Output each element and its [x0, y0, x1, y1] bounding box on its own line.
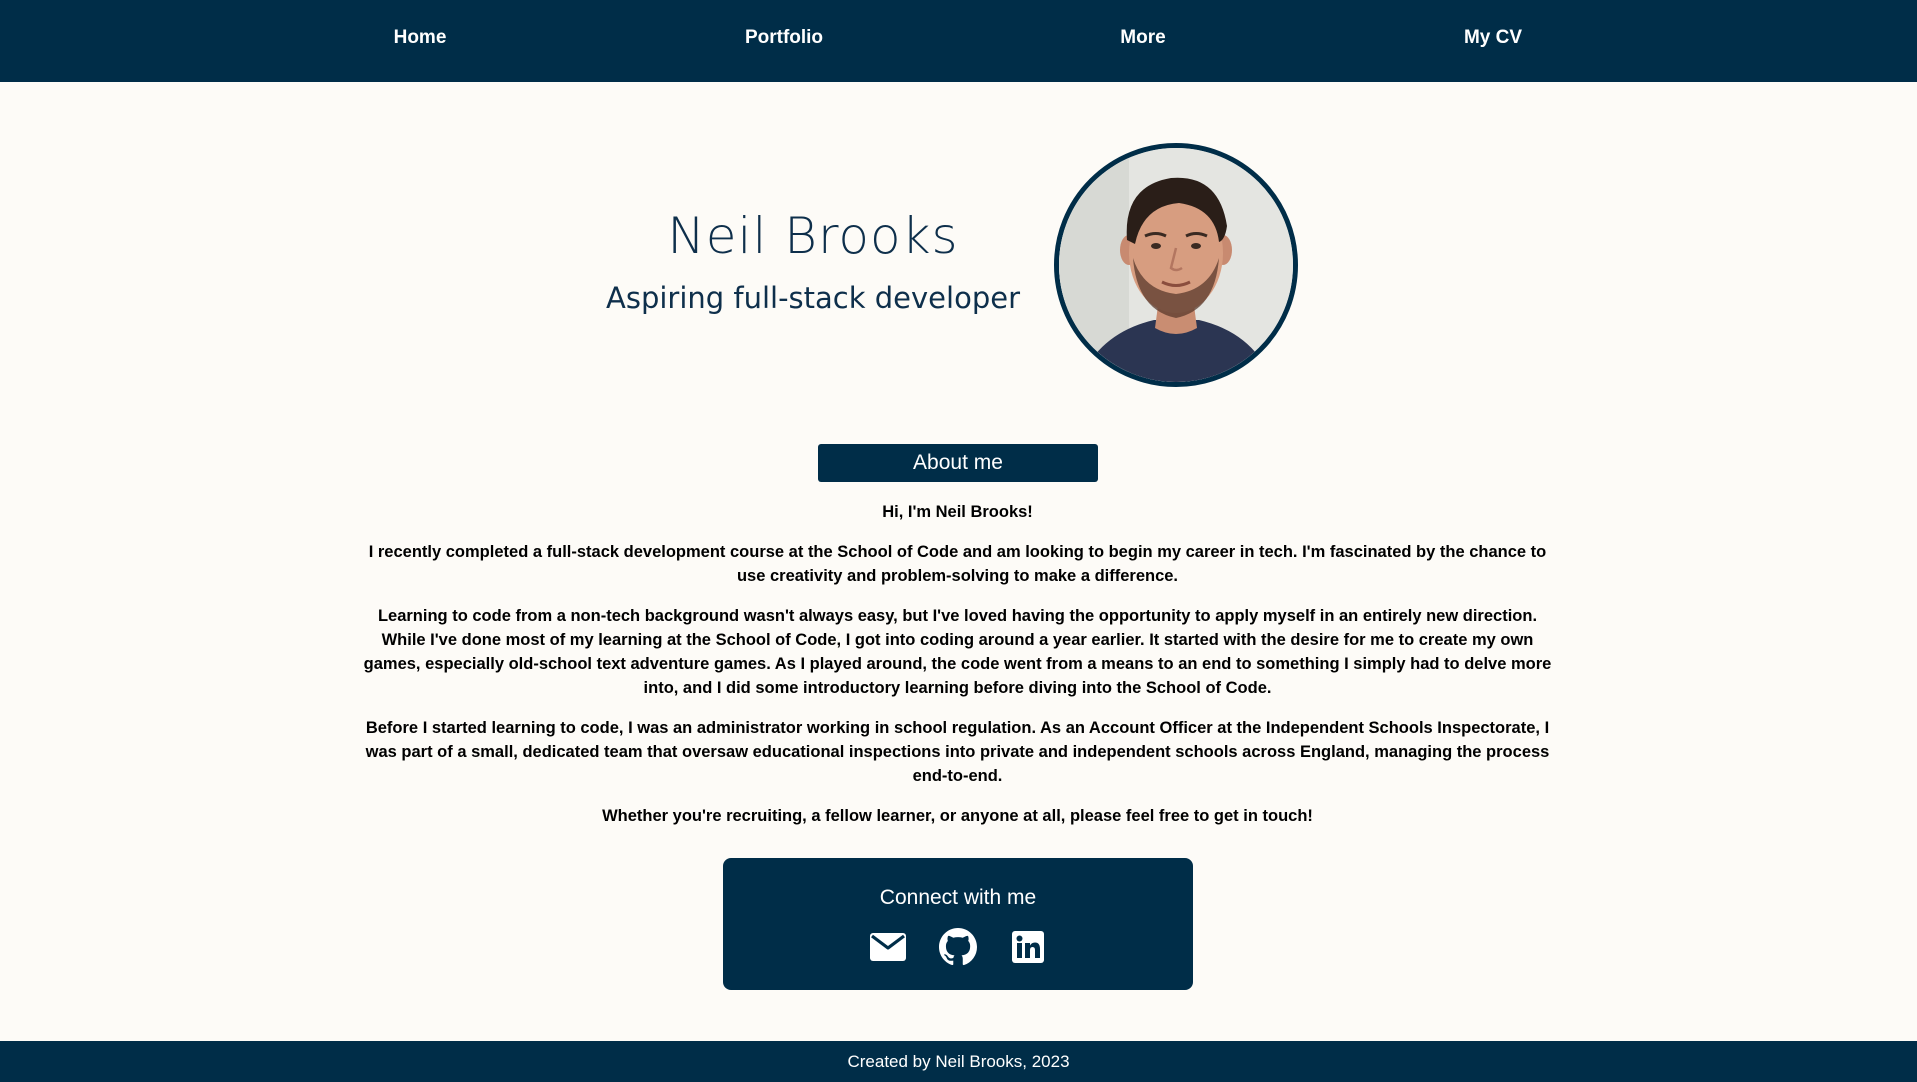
profile-photo: [1054, 143, 1298, 387]
profile-photo-illustration: [1059, 148, 1293, 382]
nav-my-cv-link[interactable]: My CV: [1464, 0, 1522, 76]
about-paragraph-course: I recently completed a full-stack develo…: [368, 543, 1547, 585]
nav-home-link[interactable]: Home: [394, 0, 447, 76]
footer-text: Created by Neil Brooks, 2023: [847, 1052, 1070, 1071]
connect-panel: Connect with me: [723, 858, 1193, 990]
page-subtitle: Aspiring full-stack developer: [605, 281, 1021, 315]
linkedin-icon[interactable]: [1008, 927, 1048, 967]
page-title: Neil Brooks: [667, 207, 959, 265]
email-icon[interactable]: [868, 927, 908, 967]
about-paragraph-greeting: Hi, I'm Neil Brooks!: [882, 503, 1033, 521]
top-navbar: Home Portfolio More My CV: [0, 0, 1917, 82]
page-footer: Created by Neil Brooks, 2023: [0, 1041, 1917, 1082]
about-paragraph-contact: Whether you're recruiting, a fellow lear…: [602, 807, 1313, 825]
connect-title: Connect with me: [879, 886, 1037, 909]
nav-more-link[interactable]: More: [1120, 0, 1165, 76]
about-me-heading: About me: [818, 444, 1098, 482]
nav-portfolio-link[interactable]: Portfolio: [745, 0, 823, 76]
github-icon[interactable]: [938, 927, 978, 967]
about-paragraph-background: Before I started learning to code, I was…: [365, 719, 1550, 785]
about-paragraph-learning: Learning to code from a non-tech backgro…: [363, 607, 1552, 697]
about-me-text: Hi, I'm Neil Brooks! I recently complete…: [355, 500, 1560, 844]
